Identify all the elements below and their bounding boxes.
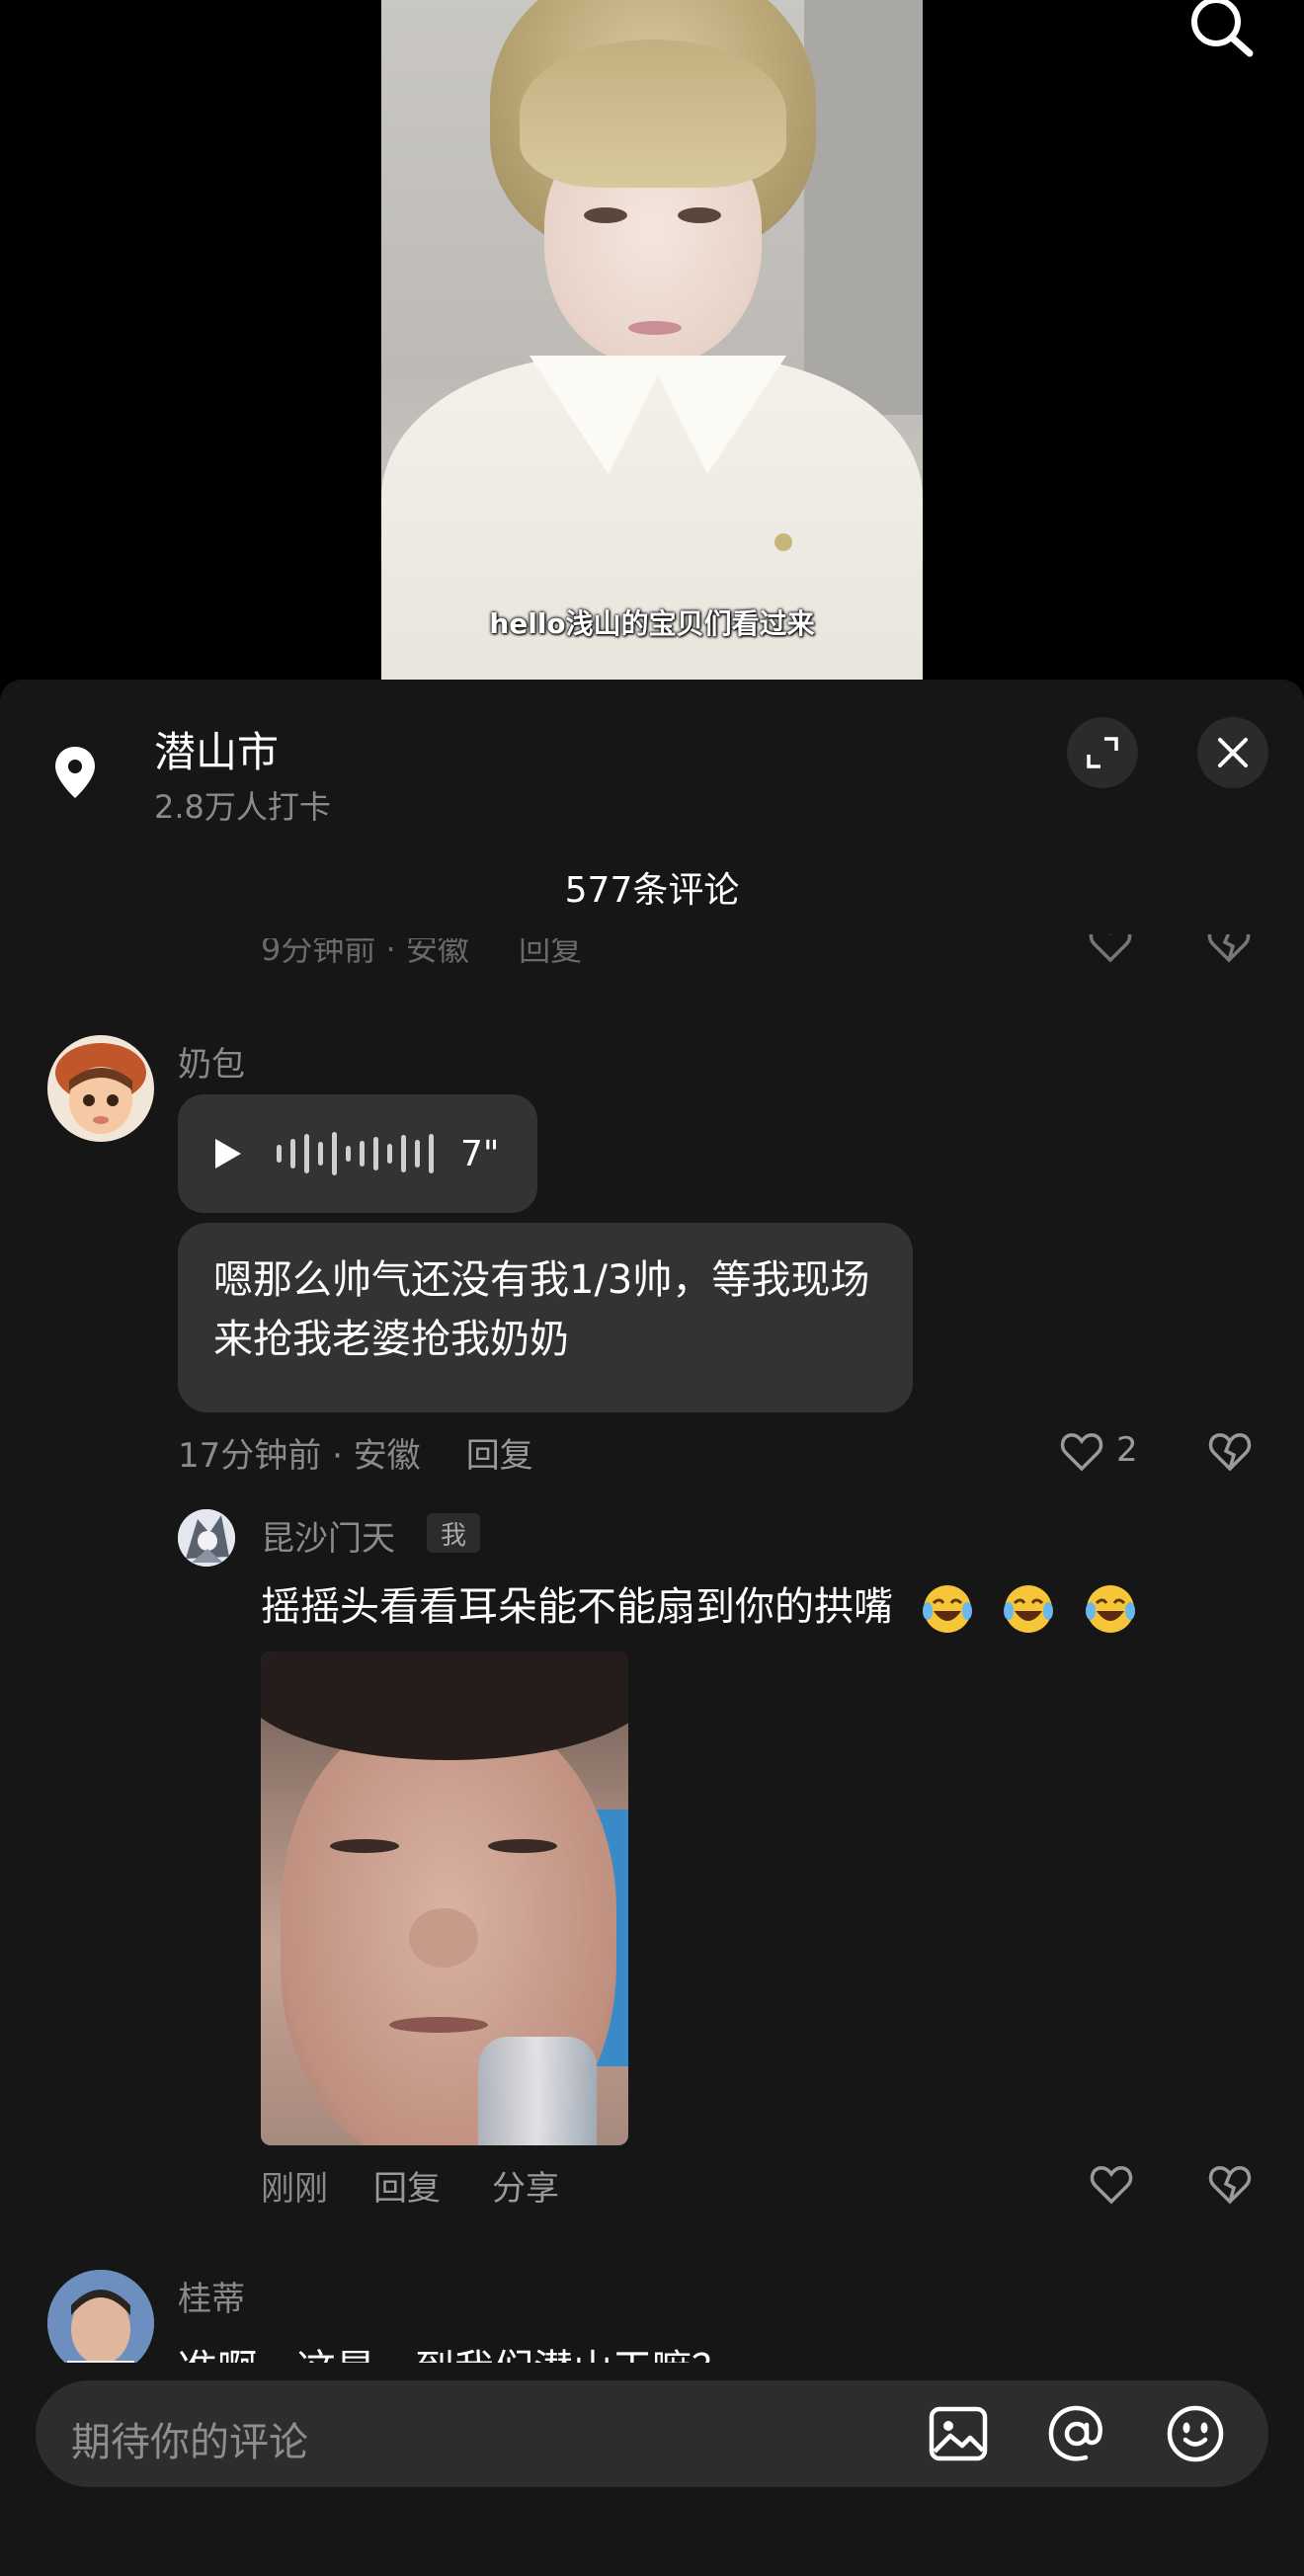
reply-meta: 刚刚 回复 分享 bbox=[261, 2161, 559, 2210]
reply-image[interactable] bbox=[261, 1651, 628, 2145]
comment-input-placeholder: 期待你的评论 bbox=[71, 2420, 308, 2465]
reply-text-content: 摇摇头看看耳朵能不能扇到你的拱嘴 bbox=[261, 1584, 893, 1630]
expand-icon bbox=[1087, 737, 1118, 768]
previous-like-button[interactable] bbox=[1087, 934, 1134, 972]
video-person-bangs bbox=[520, 40, 786, 188]
heart-icon bbox=[1090, 2166, 1133, 2205]
like-button[interactable] bbox=[1057, 1426, 1106, 1476]
like-count: 2 bbox=[1116, 1430, 1138, 1470]
image-person-eye bbox=[330, 1839, 399, 1853]
image-picker-button[interactable] bbox=[927, 2402, 990, 2465]
cartoon-avatar-icon bbox=[47, 1035, 154, 1142]
video-shirt-button bbox=[774, 533, 792, 551]
voice-waveform bbox=[277, 1132, 443, 1175]
image-person-hair bbox=[261, 1651, 628, 1760]
emoji-icon bbox=[1167, 2405, 1224, 2462]
search-button[interactable] bbox=[1182, 0, 1261, 59]
image-icon bbox=[929, 2406, 988, 2461]
reply-button[interactable]: 回复 bbox=[466, 1428, 533, 1477]
video-shirt-collar bbox=[648, 356, 786, 474]
reply-username[interactable]: 昆沙门天 bbox=[261, 1511, 395, 1560]
at-icon bbox=[1048, 2405, 1102, 2461]
laughing-tears-emoji bbox=[1004, 1585, 1054, 1633]
video-shirt-collar bbox=[530, 356, 668, 474]
close-button[interactable] bbox=[1197, 717, 1268, 788]
reply-share-button[interactable]: 分享 bbox=[492, 2161, 559, 2210]
video-background-wall bbox=[804, 0, 923, 415]
video-person-lips bbox=[628, 321, 682, 335]
broken-heart-icon bbox=[1208, 2166, 1252, 2205]
comment-input[interactable]: 期待你的评论 bbox=[36, 2380, 1268, 2487]
broken-heart-icon bbox=[1207, 934, 1251, 963]
comment-sheet: 潜山市 2.8万人打卡 577条评论 9分钟前 · 安徽 回复 奶包 7" 嗯那… bbox=[0, 680, 1304, 2576]
laughing-tears-emoji bbox=[1086, 1585, 1136, 1633]
reply-time: 刚刚 bbox=[261, 2169, 328, 2209]
image-person-nose bbox=[409, 1908, 478, 1968]
comment-text-partial: 准啊，这是，到我们潜山干嘛？ bbox=[178, 2325, 731, 2367]
comment-meta: 17分钟前 · 安徽 回复 bbox=[178, 1428, 533, 1477]
emoji-button[interactable] bbox=[1164, 2402, 1227, 2465]
location-title[interactable]: 潜山市 bbox=[154, 719, 279, 779]
location-pin-icon bbox=[55, 747, 95, 798]
location-header[interactable]: 潜山市 2.8万人打卡 bbox=[0, 680, 1304, 828]
comment-username[interactable]: 桂蒂 bbox=[178, 2272, 245, 2320]
video-caption: hello浅山的宝贝们看过来 bbox=[489, 607, 815, 640]
user-photo-avatar-icon bbox=[47, 2270, 154, 2376]
previous-comment-time: 9分钟前 · 安徽 bbox=[261, 938, 469, 968]
comment-time-location: 17分钟前 · 安徽 bbox=[178, 1436, 421, 1476]
previous-comment-meta: 9分钟前 · 安徽 回复 bbox=[261, 938, 621, 972]
play-icon bbox=[215, 1139, 241, 1168]
expand-button[interactable] bbox=[1067, 717, 1138, 788]
search-icon bbox=[1191, 0, 1254, 57]
reply-dislike-button[interactable] bbox=[1205, 2159, 1255, 2209]
reply-reply-button[interactable]: 回复 bbox=[373, 2161, 441, 2210]
video-player[interactable]: hello浅山的宝贝们看过来 bbox=[0, 0, 1304, 680]
anime-avatar-icon bbox=[178, 1509, 235, 1567]
previous-comment-reply-button[interactable]: 回复 bbox=[519, 938, 582, 968]
voice-message[interactable]: 7" bbox=[178, 1094, 537, 1213]
laughing-tears-emoji bbox=[922, 1585, 972, 1633]
location-checkin-count: 2.8万人打卡 bbox=[154, 788, 331, 826]
me-badge: 我 bbox=[427, 1513, 480, 1553]
video-frame[interactable]: hello浅山的宝贝们看过来 bbox=[381, 0, 923, 680]
voice-duration: 7" bbox=[460, 1133, 500, 1174]
reply-like-button[interactable] bbox=[1087, 2159, 1136, 2209]
image-person-mouth bbox=[389, 2017, 488, 2033]
comment-username[interactable]: 奶包 bbox=[178, 1037, 245, 1086]
previous-dislike-button[interactable] bbox=[1205, 934, 1253, 972]
avatar[interactable] bbox=[47, 1035, 154, 1142]
reply-text: 摇摇头看看耳朵能不能扇到你的拱嘴 bbox=[261, 1574, 1138, 1637]
video-person-eye bbox=[584, 207, 627, 223]
comment-input-bar: 期待你的评论 bbox=[0, 2363, 1304, 2576]
heart-icon bbox=[1060, 1433, 1103, 1472]
close-icon bbox=[1218, 738, 1248, 767]
image-bottle bbox=[478, 2037, 597, 2145]
image-person-eye bbox=[488, 1839, 557, 1853]
broken-heart-icon bbox=[1208, 1433, 1252, 1472]
reply-avatar[interactable] bbox=[178, 1509, 235, 1567]
comment-count: 577条评论 bbox=[564, 870, 740, 911]
dislike-button[interactable] bbox=[1205, 1426, 1255, 1476]
video-person-eye bbox=[678, 207, 721, 223]
heart-icon bbox=[1089, 934, 1132, 963]
avatar[interactable] bbox=[47, 2270, 154, 2376]
comment-text: 嗯那么帅气还没有我1/3帅，等我现场来抢我老婆抢我奶奶 bbox=[178, 1223, 913, 1412]
mention-button[interactable] bbox=[1045, 2402, 1108, 2465]
